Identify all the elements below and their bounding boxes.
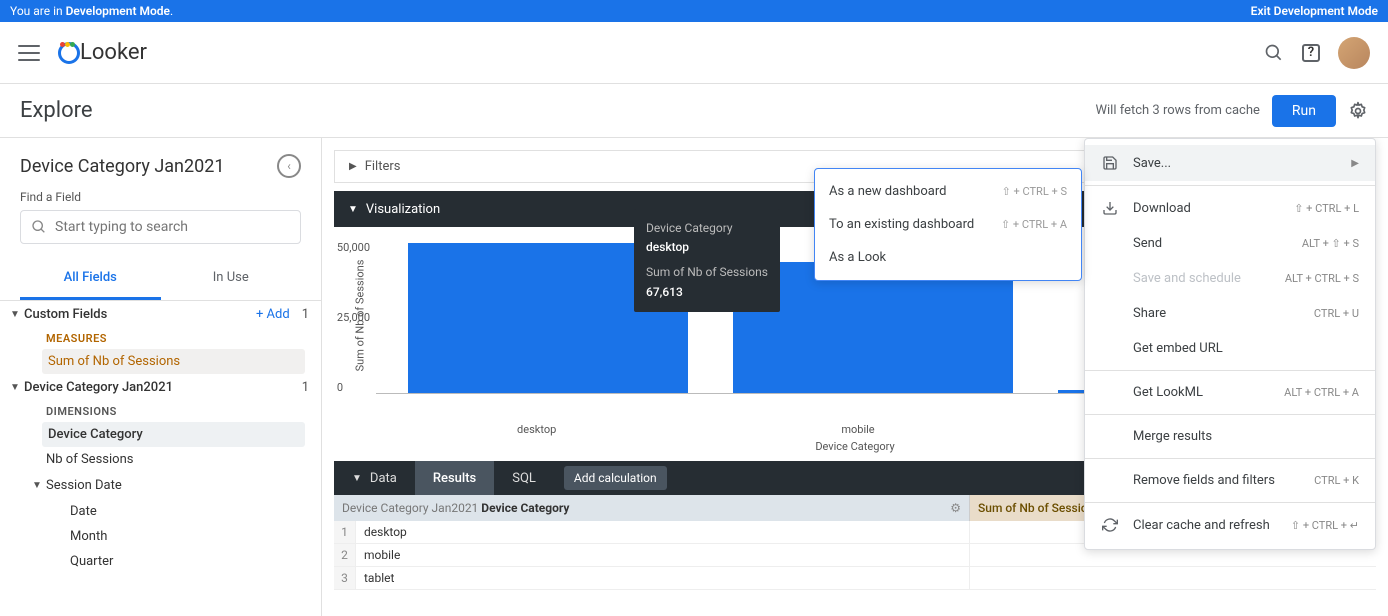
bar-mobile[interactable] [731, 262, 1016, 393]
chevron-down-icon: ▼ [32, 480, 46, 491]
save-as-look[interactable]: As a Look [815, 241, 1081, 274]
add-custom-field[interactable]: + Add [256, 307, 290, 322]
viz-collapse[interactable]: ▼ Visualization [334, 191, 454, 227]
field-session-date[interactable]: ▼ Session Date [0, 472, 321, 499]
search-icon[interactable] [1264, 43, 1284, 63]
explore-actions-menu: Save... ▶ Download ⇧ + CTRL + L SendALT … [1084, 138, 1376, 550]
explore-main: ▶ Filters ▼ Visualization ⋯ Sum of Nb of… [322, 138, 1388, 616]
search-input[interactable] [55, 219, 290, 235]
field-date[interactable]: Date [0, 499, 321, 524]
chevron-down-icon: ▼ [348, 204, 358, 215]
menu-lookml[interactable]: Get LookMLALT + CTRL + A [1085, 375, 1375, 410]
help-icon[interactable]: ? [1302, 44, 1320, 62]
col-header-device-category[interactable]: Device Category Jan2021 Device Category … [334, 495, 970, 521]
menu-download[interactable]: Download ⇧ + CTRL + L [1085, 190, 1375, 226]
col-gear-icon[interactable]: ⚙ [950, 501, 961, 515]
data-collapse[interactable]: ▼Data [334, 461, 415, 495]
add-calculation-button[interactable]: Add calculation [564, 466, 667, 490]
avatar[interactable] [1338, 37, 1370, 69]
field-nb-sessions[interactable]: Nb of Sessions [0, 447, 321, 472]
field-search[interactable] [20, 210, 301, 244]
menu-save[interactable]: Save... ▶ [1085, 145, 1375, 181]
save-submenu: As a new dashboard⇧ + CTRL + S To an exi… [814, 168, 1082, 281]
tab-all-fields[interactable]: All Fields [20, 258, 161, 300]
menu-save-schedule: Save and scheduleALT + CTRL + S [1085, 261, 1375, 296]
menu-remove-fields[interactable]: Remove fields and filtersCTRL + K [1085, 463, 1375, 498]
page-title: Explore [20, 98, 93, 123]
exit-dev-mode-link[interactable]: Exit Development Mode [1251, 4, 1378, 18]
chevron-down-icon: ▼ [10, 382, 24, 393]
chevron-right-icon: ▶ [1351, 158, 1359, 169]
table-row[interactable]: 3tablet [334, 567, 1376, 590]
chevron-down-icon: ▼ [352, 473, 362, 484]
dimensions-label: DIMENSIONS [0, 401, 321, 422]
bar-desktop[interactable] [406, 243, 691, 393]
y-axis-label: Sum of Nb of Sessions [354, 256, 367, 376]
logo-mark-icon [58, 42, 76, 64]
field-month[interactable]: Month [0, 524, 321, 549]
explore-name: Device Category Jan2021 [20, 156, 224, 177]
search-icon [31, 219, 47, 235]
run-button[interactable]: Run [1272, 95, 1336, 127]
download-icon [1101, 200, 1119, 216]
x-tick: desktop [376, 423, 697, 436]
x-tick: mobile [697, 423, 1018, 436]
field-device-category[interactable]: Device Category [42, 422, 305, 447]
measures-label: MEASURES [0, 328, 321, 349]
logo[interactable]: Looker [58, 40, 147, 65]
field-sum-nb-sessions[interactable]: Sum of Nb of Sessions [42, 349, 305, 374]
menu-merge[interactable]: Merge results [1085, 419, 1375, 454]
field-quarter[interactable]: Quarter [0, 549, 321, 574]
hamburger-icon[interactable] [18, 45, 40, 61]
chevron-right-icon: ▶ [349, 161, 357, 172]
explore-gear-icon[interactable] [1348, 101, 1368, 121]
save-new-dashboard[interactable]: As a new dashboard⇧ + CTRL + S [815, 175, 1081, 208]
menu-share[interactable]: ShareCTRL + U [1085, 296, 1375, 331]
section-device-category[interactable]: ▼ Device Category Jan2021 1 [0, 374, 321, 401]
page-subheader: Explore Will fetch 3 rows from cache Run [0, 84, 1388, 138]
history-icon[interactable]: ‹ [277, 154, 301, 178]
tab-results[interactable]: Results [415, 461, 494, 495]
menu-send[interactable]: SendALT + ⇧ + S [1085, 226, 1375, 261]
refresh-icon [1101, 517, 1119, 533]
field-picker: Device Category Jan2021 ‹ Find a Field A… [0, 138, 322, 616]
fetch-status: Will fetch 3 rows from cache [1095, 103, 1259, 118]
menu-clear-cache[interactable]: Clear cache and refresh⇧ + CTRL + ↵ [1085, 507, 1375, 543]
save-existing-dashboard[interactable]: To an existing dashboard⇧ + CTRL + A [815, 208, 1081, 241]
save-icon [1101, 155, 1119, 171]
chevron-down-icon: ▼ [10, 309, 24, 320]
tab-sql[interactable]: SQL [494, 461, 554, 495]
find-label: Find a Field [0, 186, 321, 210]
topbar: Looker ? [0, 22, 1388, 84]
tab-in-use[interactable]: In Use [161, 258, 302, 300]
section-custom-fields[interactable]: ▼ Custom Fields + Add 1 [0, 301, 321, 328]
dev-mode-banner: You are in Development Mode. Exit Develo… [0, 0, 1388, 22]
menu-embed[interactable]: Get embed URL [1085, 331, 1375, 366]
